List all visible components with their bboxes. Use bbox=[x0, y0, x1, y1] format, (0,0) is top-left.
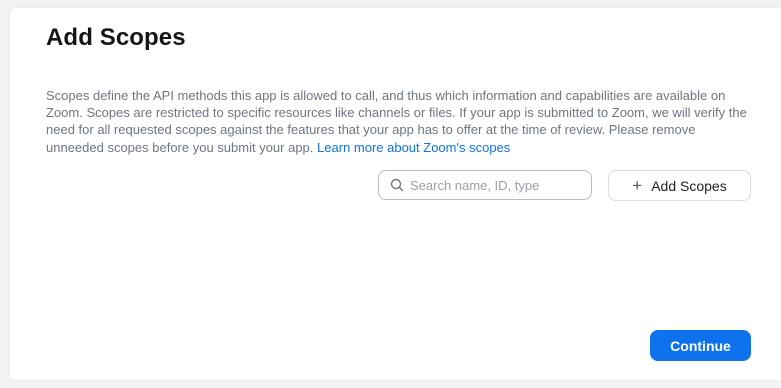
learn-more-link[interactable]: Learn more about Zoom's scopes bbox=[317, 140, 510, 155]
search-box[interactable] bbox=[378, 170, 592, 200]
add-scopes-button[interactable]: + Add Scopes bbox=[608, 170, 751, 201]
scopes-description: Scopes define the API methods this app i… bbox=[46, 87, 748, 156]
page-title: Add Scopes bbox=[46, 24, 186, 51]
page-background: Add Scopes Scopes define the API methods… bbox=[0, 0, 781, 388]
add-scopes-label: Add Scopes bbox=[651, 177, 727, 194]
add-scopes-panel: Add Scopes Scopes define the API methods… bbox=[10, 8, 781, 380]
search-input[interactable] bbox=[410, 177, 580, 193]
search-icon bbox=[390, 178, 404, 192]
plus-icon: + bbox=[632, 176, 643, 195]
continue-button[interactable]: Continue bbox=[650, 330, 751, 361]
